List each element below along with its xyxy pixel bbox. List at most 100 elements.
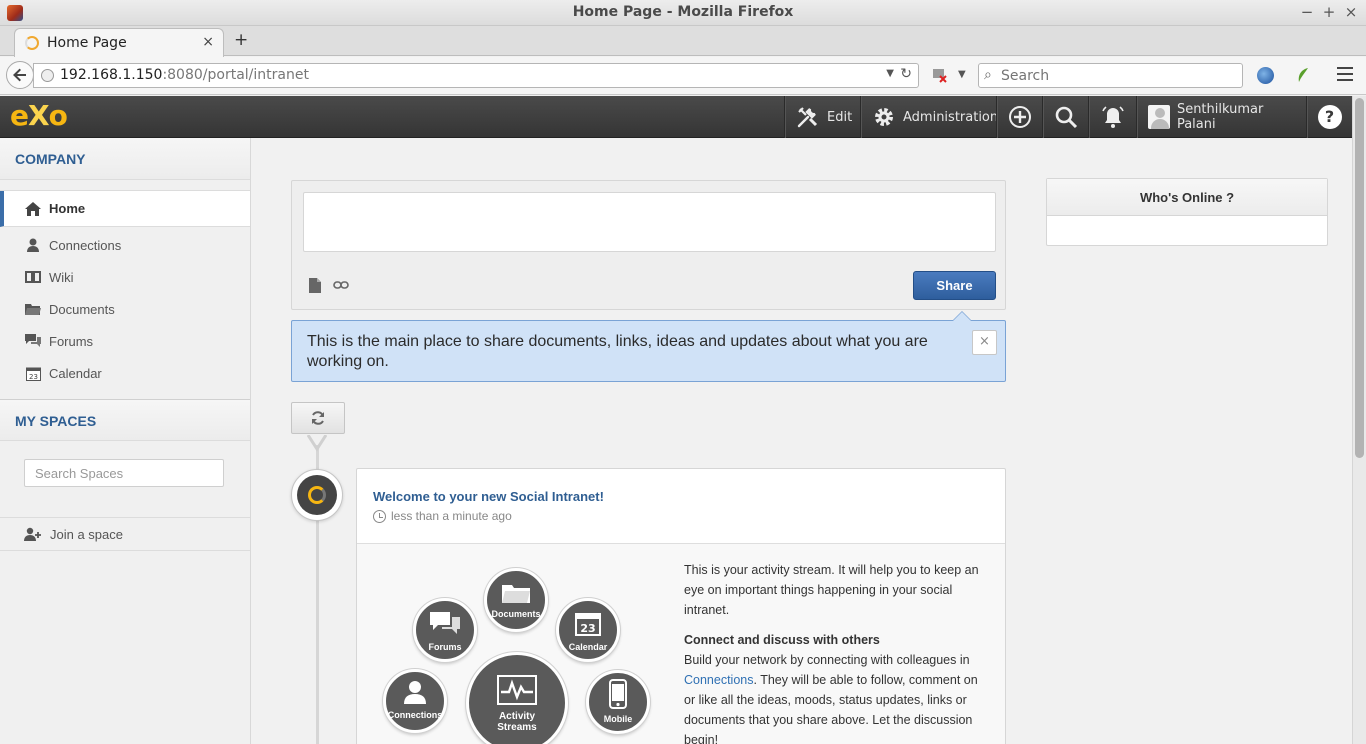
back-button[interactable]	[6, 61, 34, 89]
activity-avatar	[297, 475, 337, 515]
url-path: :8080/portal/intranet	[162, 67, 309, 83]
menu-icon[interactable]	[1337, 67, 1353, 83]
activity-subheading: Connect and discuss with others	[684, 633, 880, 647]
activity-card: Welcome to your new Social Intranet! les…	[356, 468, 1006, 744]
sidebar-item-connections[interactable]: Connections	[0, 229, 250, 261]
attach-file-icon[interactable]	[309, 278, 321, 293]
company-nav: Home Connections Wiki Documents Forums 2…	[0, 190, 250, 389]
tab-title: Home Page	[47, 35, 127, 51]
logo-e: e	[10, 99, 29, 132]
sidebar-item-home[interactable]: Home	[0, 191, 250, 227]
timeline-chevron-icon	[307, 435, 327, 452]
tip-close-button[interactable]: ×	[972, 330, 997, 355]
close-window-button[interactable]: ×	[1342, 3, 1360, 21]
status-input[interactable]	[303, 192, 996, 252]
documents-bubble: Documents	[484, 568, 548, 632]
vertical-scrollbar[interactable]	[1352, 96, 1366, 744]
connections-bubble-label: Connections	[387, 710, 443, 720]
mobile-bubble-label: Mobile	[603, 714, 633, 724]
tools-icon	[797, 107, 818, 128]
tip-text: This is the main place to share document…	[307, 333, 928, 370]
url-bar[interactable]: 192.168.1.150:8080/portal/intranet ▼ ↻	[33, 63, 919, 88]
logo-o: o	[48, 99, 68, 132]
url-host: 192.168.1.150	[60, 67, 163, 83]
help-icon: ?	[1317, 105, 1342, 129]
leaf-extension-icon[interactable]	[1296, 67, 1310, 83]
addon-dropdown-icon[interactable]: ▼	[958, 69, 966, 80]
activity-pulse-icon	[497, 675, 537, 705]
tab-close-button[interactable]: ×	[202, 34, 214, 50]
join-space-link[interactable]: Join a space	[0, 517, 250, 551]
edit-menu[interactable]: Edit	[784, 96, 863, 138]
extension-globe-icon[interactable]	[1257, 67, 1274, 84]
exo-spinner-icon	[308, 486, 326, 504]
tab-home-page[interactable]: Home Page ×	[14, 28, 224, 57]
activity-header: Welcome to your new Social Intranet! les…	[357, 469, 1005, 544]
search-icon: ⌕	[984, 67, 992, 83]
back-arrow-icon	[13, 68, 26, 82]
administration-menu[interactable]: Administration	[860, 96, 1009, 138]
connections-link[interactable]: Connections	[684, 673, 754, 687]
os-title-bar: Home Page - Mozilla Firefox − + ×	[0, 0, 1366, 26]
documents-bubble-label: Documents	[491, 609, 541, 619]
forums-bubble-label: Forums	[428, 642, 462, 652]
mobile-phone-icon	[609, 679, 627, 709]
url-history-dropdown-icon[interactable]: ▼	[886, 68, 894, 79]
refresh-icon	[312, 411, 324, 425]
scrollbar-thumb[interactable]	[1355, 98, 1364, 458]
plus-circle-icon	[1008, 106, 1031, 128]
globe-icon	[41, 69, 54, 82]
loading-spinner-icon	[25, 36, 39, 50]
addon-blocked-icon[interactable]	[932, 67, 948, 83]
left-sidebar: COMPANY Home Connections Wiki Documents …	[0, 138, 251, 744]
link-icon[interactable]	[333, 280, 349, 290]
activity-bubble-label-2: Streams	[497, 722, 537, 733]
exo-logo[interactable]: eXo	[10, 99, 68, 132]
share-button[interactable]: Share	[913, 271, 996, 300]
reload-icon[interactable]: ↻	[900, 66, 912, 82]
clock-icon	[373, 509, 386, 523]
notifications-button[interactable]	[1088, 96, 1136, 138]
calendar-bubble-label: Calendar	[568, 642, 608, 652]
add-button[interactable]	[996, 96, 1042, 138]
search-bar[interactable]: ⌕	[978, 63, 1243, 88]
activity-streams-bubble: Activity Streams	[466, 652, 568, 744]
company-section-title: COMPANY	[0, 138, 250, 180]
url-text[interactable]: 192.168.1.150:8080/portal/intranet	[60, 67, 309, 83]
calendar-icon: 23	[575, 613, 601, 636]
tab-strip: Home Page × +	[0, 26, 1366, 57]
activity-avatar-node[interactable]	[291, 469, 343, 521]
maximize-button[interactable]: +	[1320, 3, 1338, 21]
magnifier-icon	[1055, 106, 1077, 129]
exo-top-bar: eXo Edit Administration Senthilkumar Pal…	[0, 96, 1352, 138]
sidebar-item-wiki[interactable]: Wiki	[0, 261, 250, 293]
my-spaces-section-title: MY SPACES	[0, 399, 250, 441]
search-button[interactable]	[1042, 96, 1088, 138]
navigation-bar: 192.168.1.150:8080/portal/intranet ▼ ↻ ▼…	[0, 57, 1366, 95]
sidebar-item-label: Home	[49, 201, 86, 216]
sidebar-item-calendar[interactable]: 23 Calendar	[0, 357, 250, 389]
forums-bubble: Forums	[413, 598, 477, 662]
logo-x: X	[28, 99, 50, 132]
avatar	[1148, 105, 1170, 129]
sidebar-item-documents[interactable]: Documents	[0, 293, 250, 325]
activity-timestamp: less than a minute ago	[373, 509, 512, 523]
sidebar-item-label: Documents	[49, 301, 115, 317]
activity-time-text: less than a minute ago	[391, 509, 512, 523]
refresh-activity-button[interactable]	[291, 402, 345, 434]
search-input[interactable]	[1001, 66, 1236, 85]
whos-online-panel: Who's Online ?	[1046, 178, 1328, 246]
sidebar-item-forums[interactable]: Forums	[0, 325, 250, 357]
whos-online-title: Who's Online ?	[1047, 179, 1327, 216]
book-icon	[25, 271, 41, 283]
user-menu[interactable]: Senthilkumar Palani	[1136, 96, 1306, 138]
chat-icon	[25, 334, 41, 347]
activity-title[interactable]: Welcome to your new Social Intranet!	[373, 489, 604, 504]
window-title: Home Page - Mozilla Firefox	[572, 4, 794, 20]
minimize-button[interactable]: −	[1298, 3, 1316, 21]
administration-label: Administration	[903, 109, 999, 125]
help-button[interactable]: ?	[1306, 96, 1352, 138]
search-spaces-input[interactable]: Search Spaces	[24, 459, 224, 487]
activity-body: Documents Forums 23 Calendar Connections…	[357, 544, 1005, 744]
new-tab-button[interactable]: +	[234, 30, 248, 50]
